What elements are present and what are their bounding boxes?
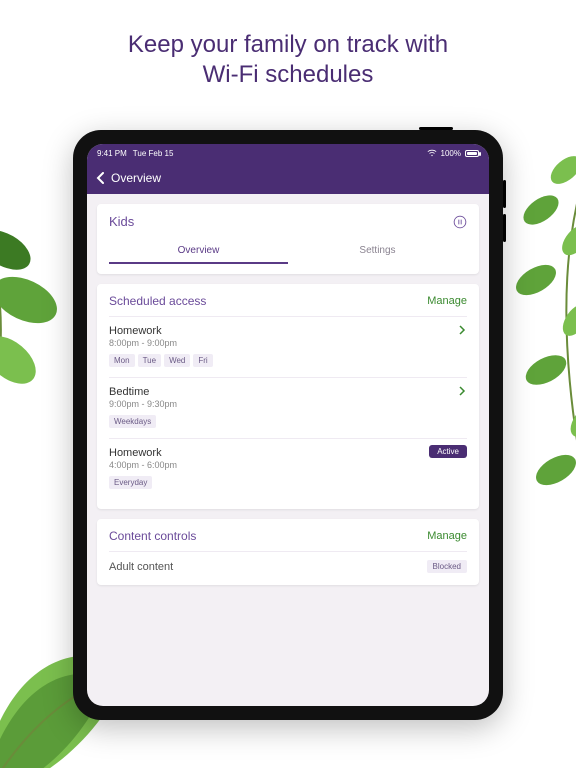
back-label[interactable]: Overview bbox=[111, 171, 161, 185]
profile-name: Kids bbox=[109, 214, 134, 229]
content-controls-manage[interactable]: Manage bbox=[427, 530, 467, 542]
wifi-icon bbox=[427, 149, 437, 157]
day-chip: Everyday bbox=[109, 476, 152, 489]
battery-icon bbox=[465, 150, 479, 157]
profile-tabs: Overview Settings bbox=[109, 239, 467, 264]
status-time: 9:41 PM bbox=[97, 149, 127, 158]
schedule-name: Bedtime bbox=[109, 386, 467, 398]
marketing-headline: Keep your family on track withWi-Fi sche… bbox=[0, 30, 576, 90]
day-chip: Weekdays bbox=[109, 415, 156, 428]
day-chip: Wed bbox=[164, 354, 190, 367]
chevron-right-icon bbox=[457, 386, 467, 396]
content-control-row[interactable]: Adult content Blocked bbox=[109, 551, 467, 575]
schedule-row[interactable]: Homework 4:00pm - 6:00pm Everyday Active bbox=[109, 438, 467, 499]
schedule-name: Homework bbox=[109, 447, 467, 459]
status-date: Tue Feb 15 bbox=[133, 149, 174, 158]
back-chevron-icon[interactable] bbox=[95, 172, 107, 184]
schedule-days: Everyday bbox=[109, 476, 467, 489]
status-bar: 9:41 PM Tue Feb 15 100% bbox=[87, 144, 489, 162]
pause-icon[interactable] bbox=[453, 215, 467, 229]
battery-percentage: 100% bbox=[441, 149, 461, 158]
content-controls-card: Content controls Manage Adult content Bl… bbox=[97, 519, 479, 585]
content-controls-title: Content controls bbox=[109, 529, 196, 543]
device-power-button bbox=[419, 127, 453, 130]
scheduled-access-title: Scheduled access bbox=[109, 294, 206, 308]
schedule-name: Homework bbox=[109, 325, 467, 337]
schedule-time: 9:00pm - 9:30pm bbox=[109, 399, 467, 409]
tab-overview[interactable]: Overview bbox=[109, 239, 288, 264]
active-badge: Active bbox=[429, 445, 467, 458]
nav-bar: Overview bbox=[87, 162, 489, 194]
device-volume-up bbox=[503, 180, 506, 208]
tab-settings[interactable]: Settings bbox=[288, 239, 467, 264]
scheduled-access-card: Scheduled access Manage Homework 8:00pm … bbox=[97, 284, 479, 509]
content-control-status: Blocked bbox=[427, 560, 467, 573]
schedule-days: Mon Tue Wed Fri bbox=[109, 354, 467, 367]
device-volume-down bbox=[503, 214, 506, 242]
tablet-device-frame: 9:41 PM Tue Feb 15 100% Overview bbox=[73, 130, 503, 720]
profile-card: Kids Overview Settings bbox=[97, 204, 479, 274]
tablet-screen: 9:41 PM Tue Feb 15 100% Overview bbox=[87, 144, 489, 706]
schedule-days: Weekdays bbox=[109, 415, 467, 428]
day-chip: Fri bbox=[193, 354, 212, 367]
schedule-row[interactable]: Bedtime 9:00pm - 9:30pm Weekdays bbox=[109, 377, 467, 438]
chevron-right-icon bbox=[457, 325, 467, 335]
schedule-time: 8:00pm - 9:00pm bbox=[109, 338, 467, 348]
schedule-row[interactable]: Homework 8:00pm - 9:00pm Mon Tue Wed Fri bbox=[109, 316, 467, 377]
scheduled-access-manage[interactable]: Manage bbox=[427, 295, 467, 307]
content-control-label: Adult content bbox=[109, 561, 173, 573]
day-chip: Tue bbox=[138, 354, 162, 367]
day-chip: Mon bbox=[109, 354, 135, 367]
schedule-time: 4:00pm - 6:00pm bbox=[109, 460, 467, 470]
